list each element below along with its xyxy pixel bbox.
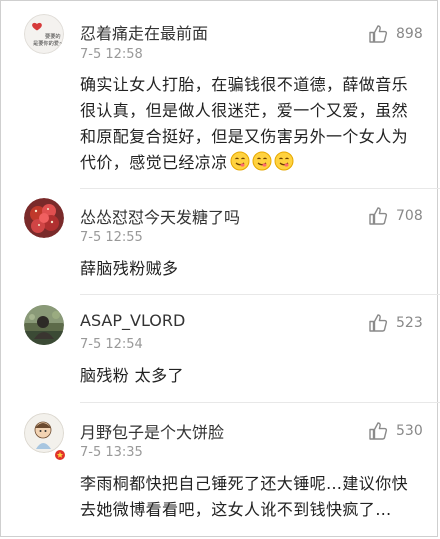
thumbs-up-icon	[368, 313, 388, 333]
like-count: 530	[396, 423, 423, 439]
comment-time: 7-5 12:54	[80, 337, 143, 352]
divider	[80, 402, 440, 403]
divider	[80, 294, 440, 295]
comment-text-line-last: 代价，感觉已经凉凉	[80, 150, 430, 176]
comment-text: 薛脑残粉贼多	[80, 256, 430, 282]
like-button[interactable]: 708	[368, 206, 423, 226]
comment-text-line: 李雨桐都快把自己锤死了还大锤呢…建议你快	[80, 474, 409, 493]
divider	[80, 188, 440, 189]
username[interactable]: 怂怂怼怼今天发糖了吗	[80, 204, 240, 228]
username[interactable]: ASAP_VLORD	[80, 311, 185, 330]
avatar[interactable]	[24, 198, 64, 238]
svg-text:要要的: 要要的	[45, 32, 61, 40]
comment-text-line: 和原配复合挺好，但是又伤害另外一个女人为	[80, 127, 409, 146]
comment-text-line: 薛脑残粉贼多	[80, 259, 179, 278]
yummy-face-emoji	[274, 151, 294, 171]
svg-text:是要你的爱~: 是要你的爱~	[33, 39, 63, 47]
avatar[interactable]	[24, 305, 64, 345]
comment-text-line: 代价，感觉已经凉凉	[80, 153, 228, 172]
avatar[interactable]: 要要的 是要你的爱~	[24, 14, 64, 54]
comment-text-line: 脑残粉 太多了	[80, 366, 184, 385]
comment-text: 确实让女人打胎，在骗钱很不道德，薛做音乐 很认真，但是做人很迷茫，爱一个又爱，虽…	[80, 72, 430, 176]
emoji-group	[230, 151, 294, 171]
comment-text: 脑残粉 太多了	[80, 363, 430, 389]
yummy-face-emoji	[230, 151, 250, 171]
comment-text-line: 很认真，但是做人很迷茫，爱一个又爱，虽然	[80, 101, 409, 120]
like-button[interactable]: 530	[368, 421, 423, 441]
comment-time: 7-5 12:58	[80, 47, 143, 62]
thumbs-up-icon	[368, 206, 388, 226]
comment-text: 李雨桐都快把自己锤死了还大锤呢…建议你快 去她微博看看吧，这女人讹不到钱快疯了…	[80, 471, 430, 523]
like-button[interactable]: 523	[368, 313, 423, 333]
thumbs-up-icon	[368, 24, 388, 44]
like-count: 523	[396, 315, 423, 331]
like-count: 708	[396, 208, 423, 224]
comment-text-line: 确实让女人打胎，在骗钱很不道德，薛做音乐	[80, 75, 409, 94]
comment-text-line: 去她微博看看吧，这女人讹不到钱快疯了…	[80, 500, 392, 519]
comment-time: 7-5 13:35	[80, 445, 143, 460]
username[interactable]: 月野包子是个大饼脸	[80, 419, 224, 443]
like-count: 898	[396, 26, 423, 42]
thumbs-up-icon	[368, 421, 388, 441]
username[interactable]: 忍着痛走在最前面	[80, 20, 208, 44]
comment-time: 7-5 12:55	[80, 230, 143, 245]
like-button[interactable]: 898	[368, 24, 423, 44]
yummy-face-emoji	[252, 151, 272, 171]
badge-icon	[54, 446, 66, 465]
